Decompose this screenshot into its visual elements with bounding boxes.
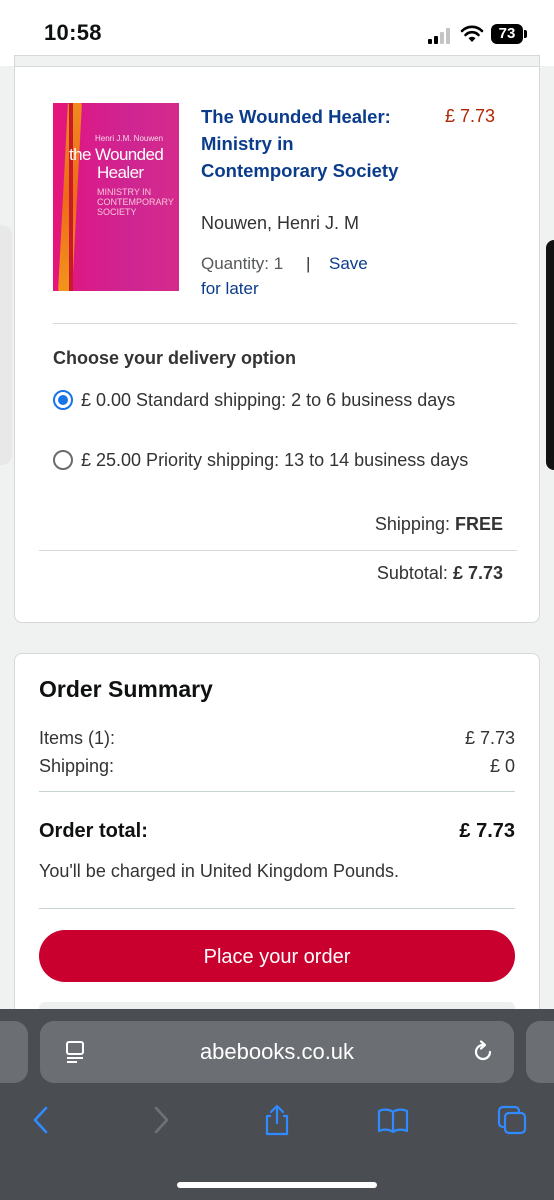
book-cover-image[interactable]: Henri J.M. Nouwen the Wounded Healer MIN… [53,103,179,291]
cover-title-line1: the Wounded [69,145,164,164]
back-icon[interactable] [26,1104,58,1136]
cover-title-line2: Healer [97,163,144,182]
save-for-later-link[interactable]: Save [329,254,368,274]
home-indicator[interactable] [177,1182,377,1188]
standard-shipping-radio[interactable] [53,390,73,410]
subtotal-label: Subtotal: [376,563,448,583]
bookmarks-icon[interactable] [377,1104,409,1136]
divider [53,323,517,324]
battery-icon: 73 [491,24,523,44]
cover-subtitle: MINISTRY IN CONTEMPORARY SOCIETY [97,187,174,217]
shipping-label: Shipping: [374,514,450,534]
divider [39,550,517,551]
subtotal-value: £ 7.73 [452,563,503,583]
place-order-button[interactable]: Place your order [39,930,515,982]
summary-items-row: Items (1): £ 7.73 [39,728,515,749]
battery-nub [524,30,527,38]
order-total-value: £ 7.73 [459,820,515,842]
cover-stripe-inner [69,103,73,291]
book-title-link[interactable]: The Wounded Healer: Ministry in Contempo… [201,103,411,184]
cart-item-card: Henri J.M. Nouwen the Wounded Healer MIN… [14,55,540,623]
order-summary-title: Order Summary [39,676,213,702]
address-bar[interactable]: abebooks.co.uk [40,1021,514,1083]
items-label: Items (1): [39,728,116,748]
divider [39,791,515,792]
summary-shipping-label: Shipping: [39,756,115,776]
right-edge [546,240,554,470]
previous-tab-preview[interactable] [0,1021,28,1083]
subtotal-line: Subtotal: £ 7.73 [377,563,503,584]
priority-shipping-label[interactable]: £ 25.00 Priority shipping: 13 to 14 busi… [81,447,481,473]
share-icon[interactable] [261,1104,293,1136]
delivery-heading: Choose your delivery option [53,348,297,368]
cellular-signal-icon [428,28,454,44]
next-tab-preview[interactable] [526,1021,554,1083]
status-time: 10:58 [44,20,102,45]
url-text[interactable]: abebooks.co.uk [40,1021,514,1083]
quantity-selector[interactable]: Quantity: 1 [201,254,283,274]
shipping-value: FREE [454,514,503,534]
priority-shipping-radio[interactable] [53,450,73,470]
card-top-divider [15,56,539,67]
order-summary-card: Order Summary Items (1): £ 7.73 Shipping… [14,653,540,1034]
forward-icon[interactable] [144,1104,176,1136]
save-for-later-link-cont[interactable]: for later [201,279,259,299]
reload-icon[interactable] [470,1039,496,1065]
currency-note: You'll be charged in United Kingdom Poun… [39,861,400,881]
book-price: £ 7.73 [445,106,496,126]
summary-shipping-row: Shipping: £ 0 [39,756,515,777]
summary-shipping-value: £ 0 [489,756,515,776]
action-separator: | [306,254,311,273]
divider [39,908,515,909]
book-author: Nouwen, Henri J. M [201,213,360,233]
items-value: £ 7.73 [464,728,515,748]
order-total-row: Order total: £ 7.73 [39,820,515,843]
order-total-label: Order total: [39,820,148,842]
browser-toolbar: abebooks.co.uk [0,1009,554,1200]
wifi-icon [460,25,484,42]
standard-shipping-label[interactable]: £ 0.00 Standard shipping: 2 to 6 busines… [81,387,481,413]
shipping-cost-line: Shipping: FREE [375,514,503,535]
tabs-icon[interactable] [496,1104,528,1136]
left-edge [0,225,12,465]
cover-author-text: Henri J.M. Nouwen [95,134,164,143]
